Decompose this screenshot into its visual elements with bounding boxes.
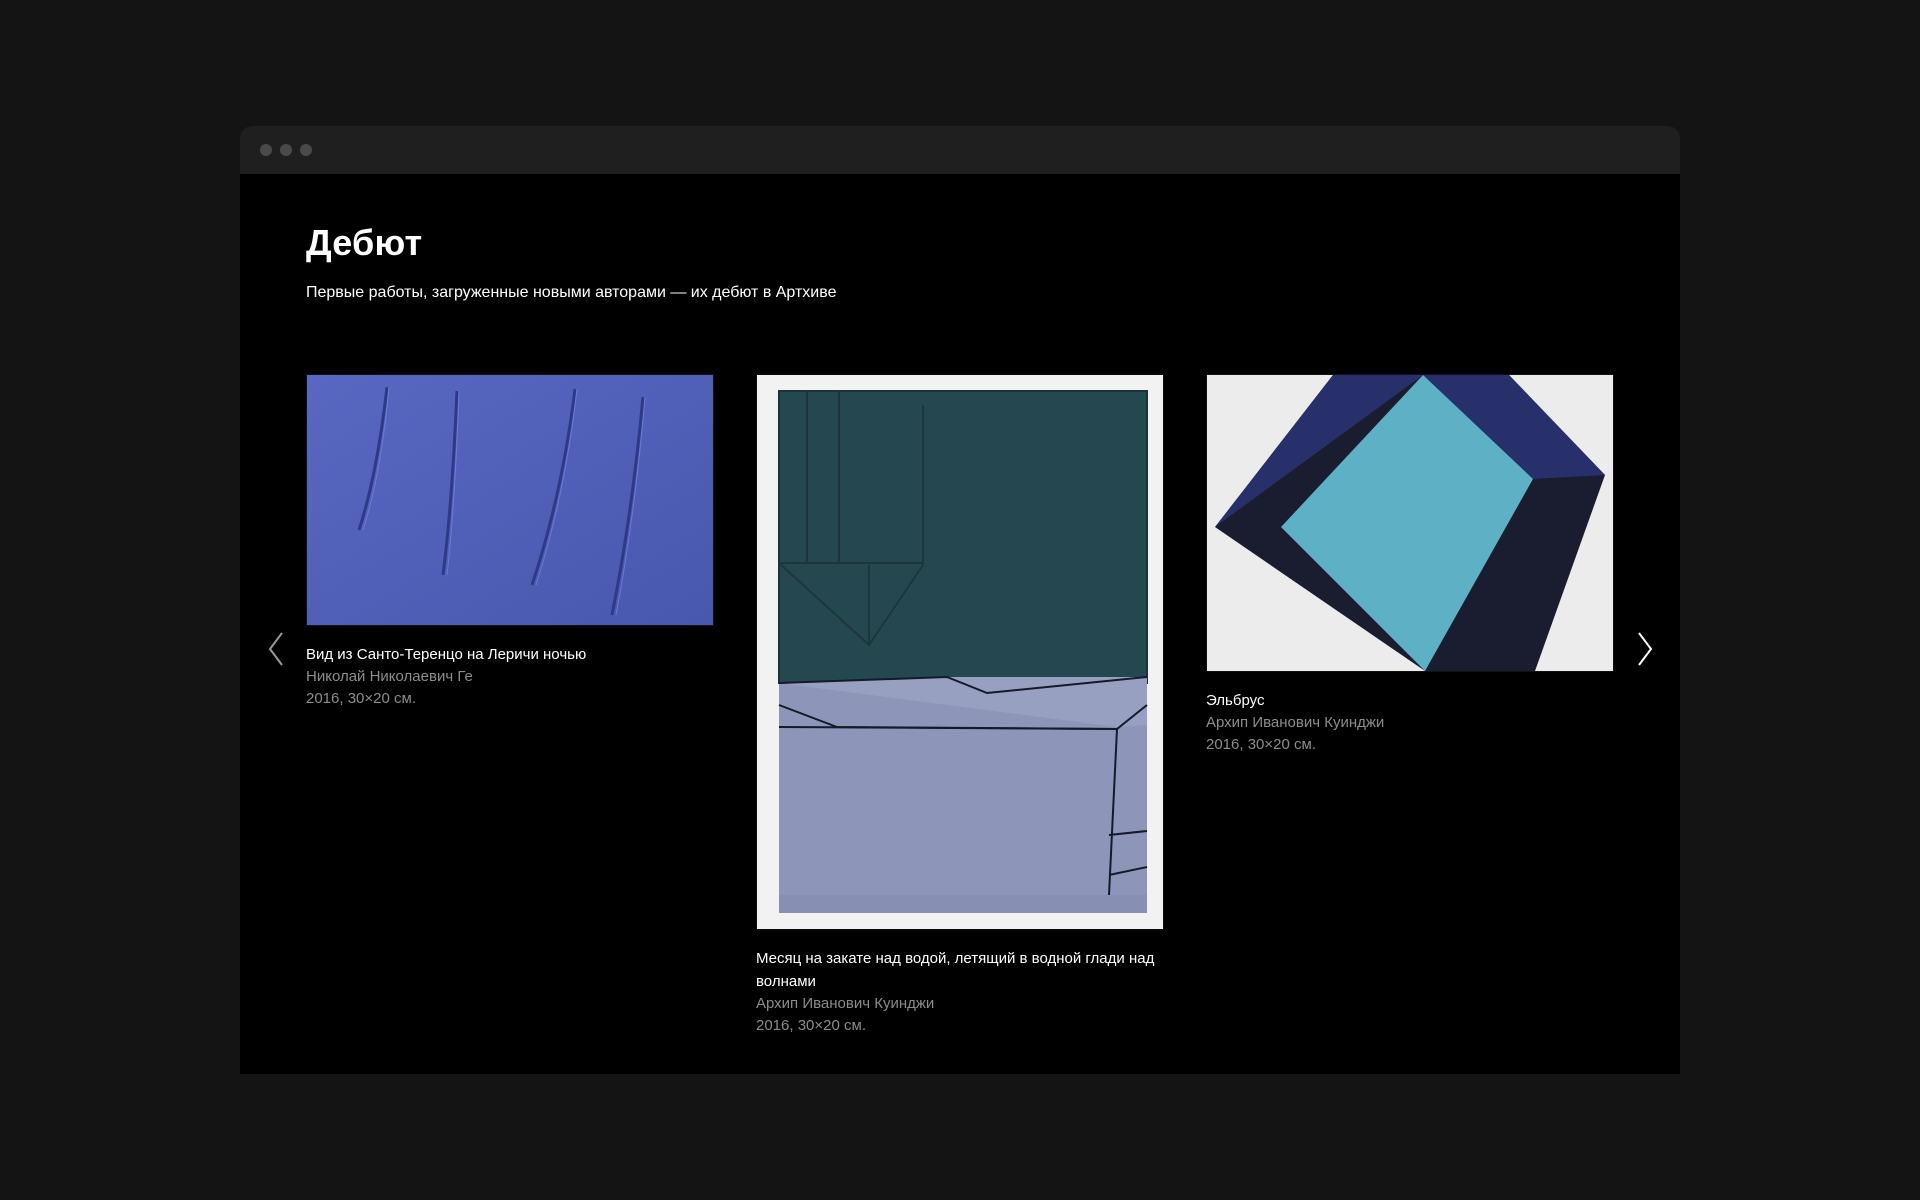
artwork-card-2[interactable]: Месяц на закате над водой, летящий в вод… bbox=[756, 374, 1164, 1037]
artwork-meta-2: 2016, 30×20 см. bbox=[756, 1017, 866, 1034]
artwork-author-3[interactable]: Архип Иванович Куинджи bbox=[1206, 712, 1614, 734]
artwork-card-1[interactable]: Вид из Санто-Теренцо на Леричи ночью Ник… bbox=[306, 374, 714, 710]
artwork-title-3[interactable]: Эльбрус bbox=[1206, 689, 1614, 712]
section-subtitle: Первые работы, загруженные новыми автора… bbox=[306, 284, 837, 301]
window-dot-minimize[interactable] bbox=[280, 144, 292, 156]
carousel-prev-button[interactable] bbox=[262, 629, 292, 669]
artwork-meta-3: 2016, 30×20 см. bbox=[1206, 736, 1316, 753]
debut-section: Дебют Первые работы, загруженные новыми … bbox=[240, 174, 1680, 1074]
section-title: Дебют bbox=[306, 222, 423, 263]
window-dot-maximize[interactable] bbox=[300, 144, 312, 156]
artwork-image-2[interactable] bbox=[756, 374, 1164, 930]
artwork-image-1[interactable] bbox=[306, 374, 714, 626]
artwork-card-3[interactable]: Эльбрус Архип Иванович Куинджи 2016, 30×… bbox=[1206, 374, 1614, 756]
chevron-left-icon bbox=[268, 632, 283, 666]
chevron-right-icon bbox=[1638, 632, 1653, 666]
browser-window: Дебют Первые работы, загруженные новыми … bbox=[240, 126, 1680, 1074]
artwork-author-1[interactable]: Николай Николаевич Ге bbox=[306, 666, 714, 688]
window-titlebar bbox=[240, 126, 1680, 174]
artwork-title-2[interactable]: Месяц на закате над водой, летящий в вод… bbox=[756, 947, 1164, 993]
window-dot-close[interactable] bbox=[260, 144, 272, 156]
artwork-author-2[interactable]: Архип Иванович Куинджи bbox=[756, 993, 1164, 1015]
artwork-meta-1: 2016, 30×20 см. bbox=[306, 690, 416, 707]
artwork-title-1[interactable]: Вид из Санто-Теренцо на Леричи ночью bbox=[306, 643, 714, 666]
artwork-image-3[interactable] bbox=[1206, 374, 1614, 672]
carousel-next-button[interactable] bbox=[1629, 629, 1659, 669]
